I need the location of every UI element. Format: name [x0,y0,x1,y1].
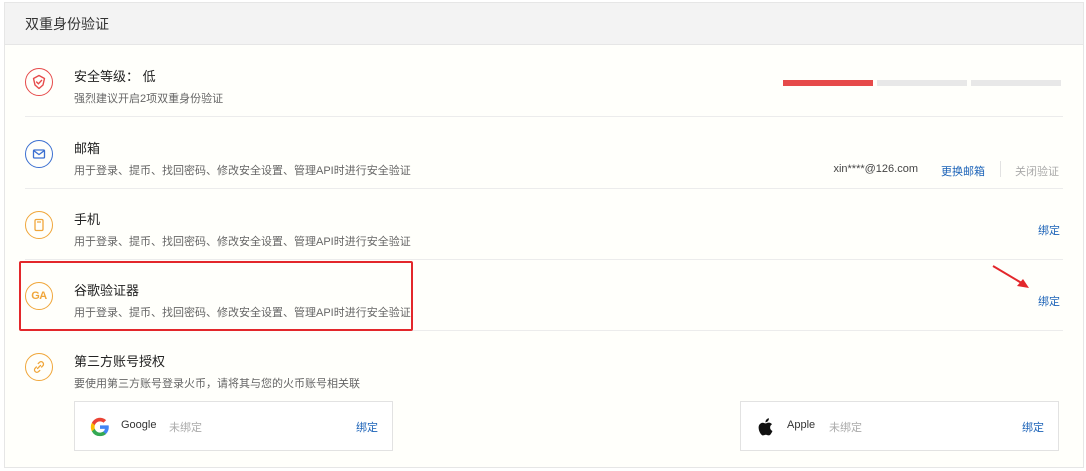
phone-icon [25,211,53,239]
third-party-title: 第三方账号授权 [74,354,166,369]
google-account-name: Google [121,419,157,431]
google-icon [90,417,109,437]
apple-account-state: 未绑定 [829,422,862,434]
apple-account-card: Apple 未绑定 绑定 [740,401,1059,451]
email-value: xin****@126.com [833,163,918,175]
close-verification-link[interactable]: 关闭验证 [1015,163,1059,179]
phone-desc: 用于登录、提币、找回密码、修改安全设置、管理API时进行安全验证 [74,236,411,248]
link-icon [25,353,53,381]
security-level-bar-1 [783,80,873,86]
bind-phone-link[interactable]: 绑定 [1038,222,1060,238]
phone-row: 手机 用于登录、提币、找回密码、修改安全设置、管理API时进行安全验证 绑定 [5,189,1083,260]
divider [25,116,1063,117]
bind-apple-account-link[interactable]: 绑定 [1022,419,1044,435]
security-level-bar-2 [877,80,967,86]
email-row: 邮箱 用于登录、提币、找回密码、修改安全设置、管理API时进行安全验证 xin*… [5,118,1083,189]
third-party-desc: 要使用第三方账号登录火币，请将其与您的火币账号相关联 [74,378,360,390]
bind-google-account-link[interactable]: 绑定 [356,419,378,435]
two-factor-panel: 双重身份验证 安全等级： 低 强烈建议开启2项双重身份验证 邮箱 用于登录、提币… [4,2,1084,468]
bind-google-authenticator-link[interactable]: 绑定 [1038,293,1060,309]
email-desc: 用于登录、提币、找回密码、修改安全设置、管理API时进行安全验证 [74,165,411,177]
phone-title: 手机 [74,212,101,227]
email-title: 邮箱 [74,141,101,156]
mail-icon [25,140,53,168]
google-account-card: Google 未绑定 绑定 [74,401,393,451]
panel-title: 双重身份验证 [5,3,1083,45]
google-account-state: 未绑定 [169,422,202,434]
security-level-bar-3 [971,80,1061,86]
highlight-box [19,261,413,331]
change-email-link[interactable]: 更换邮箱 [941,163,985,179]
divider [1000,161,1001,177]
third-party-row: 第三方账号授权 要使用第三方账号登录火币，请将其与您的火币账号相关联 Googl… [5,331,1083,467]
security-level-title: 安全等级： 低 [74,69,156,84]
pointer-arrow-icon [992,265,1029,288]
shield-icon [25,68,53,96]
apple-account-name: Apple [787,419,816,431]
security-level-desc: 强烈建议开启2项双重身份验证 [74,93,224,105]
apple-icon [758,418,773,436]
